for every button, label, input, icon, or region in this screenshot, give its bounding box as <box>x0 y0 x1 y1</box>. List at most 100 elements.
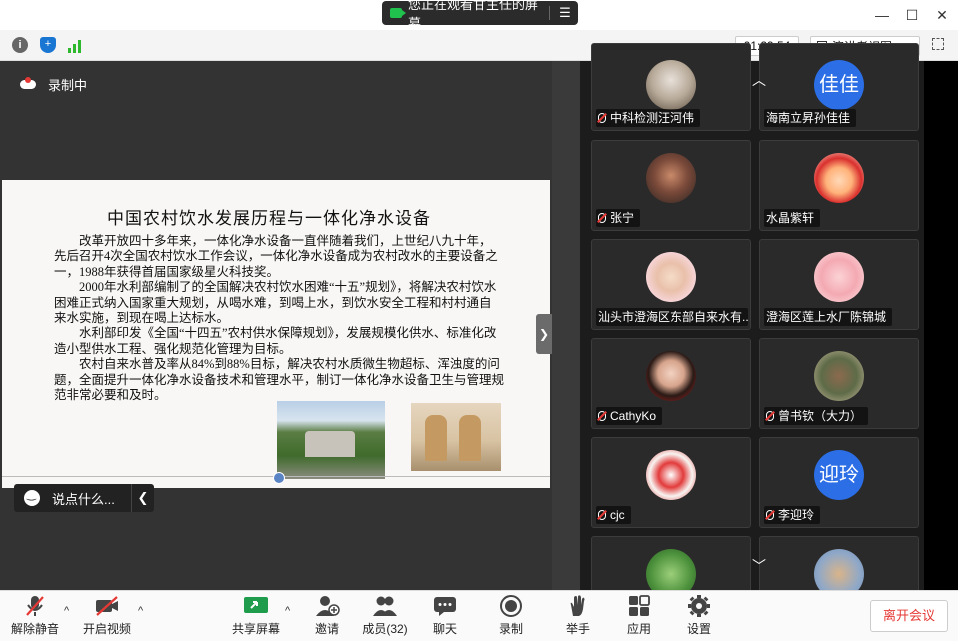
avatar <box>646 60 696 110</box>
share-screen-label: 共享屏幕 <box>231 622 280 636</box>
menu-icon[interactable]: ☰ <box>556 5 574 21</box>
slide-title: 中国农村饮水发展历程与一体化净水设备 <box>107 209 431 229</box>
chat-placeholder: 说点什么... <box>52 491 115 507</box>
participant-name: 澄海区莲上水厂陈锦城 <box>764 308 893 326</box>
participant-tile[interactable]: 佳佳 海南立昇孙佳佳 <box>759 43 919 131</box>
participant-tile[interactable] <box>591 536 751 598</box>
water-tank-photo <box>277 401 385 479</box>
participant-name: 曾书钦（大力） <box>764 407 869 425</box>
chevron-up-icon[interactable]: ^ <box>138 605 143 617</box>
participant-name: 李迎玲 <box>764 506 821 524</box>
chat-button[interactable]: 聊天 <box>415 595 475 637</box>
gallery-margin <box>924 61 958 590</box>
participant-tile[interactable]: 水晶紫轩 <box>759 140 919 231</box>
cloud-record-icon <box>20 77 36 89</box>
participant-name: 中科检测汪河伟 <box>596 109 701 127</box>
settings-label: 设置 <box>686 622 711 636</box>
members-button[interactable]: 成员(32) <box>355 595 415 637</box>
title-bar: 您正在观看甘主任的屏幕 ☰ — ☐ ✕ <box>0 0 958 31</box>
participant-tile[interactable] <box>759 536 919 598</box>
invite-button[interactable]: 邀请 <box>297 595 357 637</box>
slide-body: 改革开放四十多年来，一体化净水设备一直伴随着我们，上世纪八九十年，先后召开4次全… <box>54 234 504 403</box>
chevron-down-icon[interactable]: ﹀ <box>750 557 768 575</box>
mic-muted-icon <box>598 411 606 421</box>
leave-meeting-button[interactable]: 离开会议 <box>870 600 948 632</box>
avatar: 佳佳 <box>814 60 864 110</box>
chevron-up-icon[interactable]: ︿ <box>750 71 768 89</box>
participant-tile[interactable]: 迎玲 李迎玲 <box>759 437 919 528</box>
fullscreen-icon[interactable] <box>932 38 944 50</box>
start-video-button[interactable]: 开启视频 <box>77 595 137 637</box>
mic-muted-icon <box>22 595 48 617</box>
collapse-gallery-handle[interactable]: ❯ <box>536 314 552 354</box>
settings-button[interactable]: 设置 <box>669 595 729 637</box>
maximize-icon[interactable]: ☐ <box>902 6 922 24</box>
meeting-toolbar: 解除静音 ^ 开启视频 ^ 共享屏幕 ^ 邀请 成员(32) 聊天 录制 举手 … <box>0 590 958 641</box>
participant-name: cjc <box>596 506 631 524</box>
apps-label: 应用 <box>626 622 651 636</box>
mic-muted-icon <box>766 510 774 520</box>
mic-muted-icon <box>598 213 606 223</box>
shared-screen: 录制中 中国农村饮水发展历程与一体化净水设备 改革开放四十多年来，一体化净水设备… <box>0 61 552 590</box>
record-label: 录制 <box>498 622 523 636</box>
participant-tile[interactable]: cjc <box>591 437 751 528</box>
participant-tile[interactable]: 曾书钦（大力） <box>759 338 919 429</box>
info-icon[interactable]: i <box>12 37 28 53</box>
participant-name: 汕头市澄海区东部自来水有... <box>596 308 748 326</box>
avatar <box>814 252 864 302</box>
participant-name: CathyKo <box>596 407 663 425</box>
participant-gallery: 中科检测汪河伟 佳佳 海南立昇孙佳佳 ︿ 张宁 水晶紫轩 汕头市澄海区东部自来水… <box>552 43 958 598</box>
participant-tile[interactable]: 张宁 <box>591 140 751 231</box>
avatar: 迎玲 <box>814 450 864 500</box>
avatar <box>646 252 696 302</box>
avatar <box>646 351 696 401</box>
avatar <box>814 351 864 401</box>
chat-input[interactable]: 说点什么... ❮ <box>14 484 154 512</box>
avatar <box>646 153 696 203</box>
video-off-icon <box>94 595 120 617</box>
gear-icon <box>686 595 712 617</box>
shield-icon[interactable]: + <box>40 37 56 53</box>
apps-button[interactable]: 应用 <box>609 595 669 637</box>
participant-name: 海南立昇孙佳佳 <box>764 109 857 127</box>
presentation-slide: 中国农村饮水发展历程与一体化净水设备 改革开放四十多年来，一体化净水设备一直伴随… <box>2 180 550 488</box>
share-screen-button[interactable]: 共享屏幕 <box>226 595 286 637</box>
chat-icon <box>432 595 458 617</box>
add-user-icon <box>314 595 340 617</box>
members-icon <box>372 595 398 617</box>
members-label: 成员(32) <box>362 622 408 636</box>
emoji-icon[interactable] <box>24 488 40 506</box>
recording-indicator: 录制中 <box>20 75 87 94</box>
record-icon <box>498 595 524 617</box>
chevron-up-icon[interactable]: ^ <box>64 605 69 617</box>
unmute-button[interactable]: 解除静音 <box>5 595 65 637</box>
purification-equipment-photo <box>411 403 501 471</box>
minimize-icon[interactable]: — <box>872 6 892 24</box>
divider <box>549 6 550 20</box>
record-button[interactable]: 录制 <box>481 595 541 637</box>
chat-label: 聊天 <box>432 622 457 636</box>
close-icon[interactable]: ✕ <box>932 6 952 24</box>
avatar <box>646 450 696 500</box>
screen-share-icon <box>390 8 406 18</box>
signal-icon[interactable] <box>68 37 84 53</box>
participant-tile[interactable]: CathyKo <box>591 338 751 429</box>
raise-hand-button[interactable]: 举手 <box>548 595 608 637</box>
chevron-left-icon[interactable]: ❮ <box>132 490 154 506</box>
chevron-up-icon[interactable]: ^ <box>285 605 290 617</box>
slide-paragraph: 水利部印发《全国“十四五”农村供水保障规划》，发展规模化供水、标准化改造小型供水… <box>54 326 497 356</box>
mic-muted-icon <box>598 510 606 520</box>
slide-paragraph: 2000年水利部编制了的全国解决农村饮水困难“十五”规划》，将解决农村饮水困难正… <box>54 280 497 326</box>
gallery-divider <box>552 61 580 590</box>
invite-label: 邀请 <box>314 622 339 636</box>
pointer-icon <box>273 472 285 484</box>
participant-tile[interactable]: 汕头市澄海区东部自来水有... <box>591 239 751 330</box>
participant-tile[interactable]: 中科检测汪河伟 <box>591 43 751 131</box>
sharing-status-pill[interactable]: 您正在观看甘主任的屏幕 ☰ <box>382 0 578 31</box>
sharing-status-text: 您正在观看甘主任的屏幕 <box>408 0 539 31</box>
mic-muted-icon <box>598 113 606 123</box>
avatar <box>814 153 864 203</box>
start-video-label: 开启视频 <box>82 622 131 636</box>
participant-tile[interactable]: 澄海区莲上水厂陈锦城 <box>759 239 919 330</box>
raise-hand-icon <box>565 595 591 617</box>
